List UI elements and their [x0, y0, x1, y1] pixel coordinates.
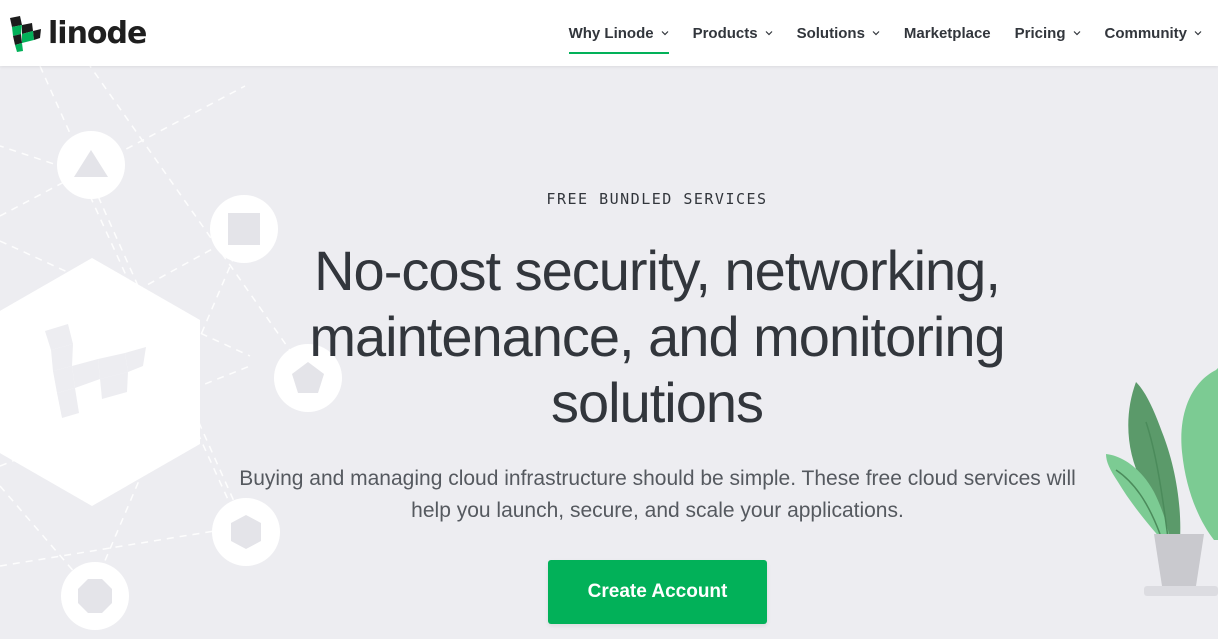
- create-account-button[interactable]: Create Account: [548, 560, 767, 624]
- nav-products[interactable]: Products: [693, 0, 773, 66]
- logo-wordmark: linode: [48, 16, 147, 51]
- hero-headline: No-cost security, networking, maintenanc…: [309, 239, 1005, 434]
- site-header: linode Why Linode Products Solutions Mar…: [0, 0, 1218, 66]
- nav-community[interactable]: Community: [1105, 0, 1203, 66]
- chevron-down-icon: [872, 31, 880, 36]
- nav-marketplace[interactable]: Marketplace: [904, 0, 991, 66]
- nav-label: Products: [692, 24, 758, 42]
- linode-logo[interactable]: linode: [8, 14, 147, 54]
- chevron-down-icon: [1073, 31, 1080, 36]
- chevron-down-icon: [661, 31, 669, 36]
- linode-hexagon-badge: [0, 258, 200, 506]
- nav-label: Marketplace: [903, 24, 991, 42]
- linode-logo-icon: [10, 16, 41, 52]
- main-nav: Why Linode Products Solutions Marketplac…: [545, 0, 1202, 66]
- hero-eyebrow: FREE BUNDLED SERVICES: [546, 190, 768, 208]
- triangle-icon: [57, 131, 125, 199]
- chevron-down-icon: [765, 31, 773, 36]
- page: linode Why Linode Products Solutions Mar…: [0, 0, 1218, 639]
- potted-plant-illustration: [1106, 368, 1218, 596]
- nav-pricing[interactable]: Pricing: [1015, 0, 1081, 66]
- nav-why-linode[interactable]: Why Linode: [568, 0, 669, 66]
- nav-solutions[interactable]: Solutions: [797, 0, 880, 66]
- nav-label: Why Linode: [568, 24, 654, 42]
- hero-subtext: Buying and managing cloud infrastructure…: [239, 467, 1076, 522]
- nav-label: Community: [1104, 24, 1188, 42]
- chevron-down-icon: [1194, 31, 1202, 36]
- octagon-icon: [61, 562, 129, 630]
- nav-label: Pricing: [1014, 24, 1066, 42]
- nav-label: Solutions: [796, 24, 865, 42]
